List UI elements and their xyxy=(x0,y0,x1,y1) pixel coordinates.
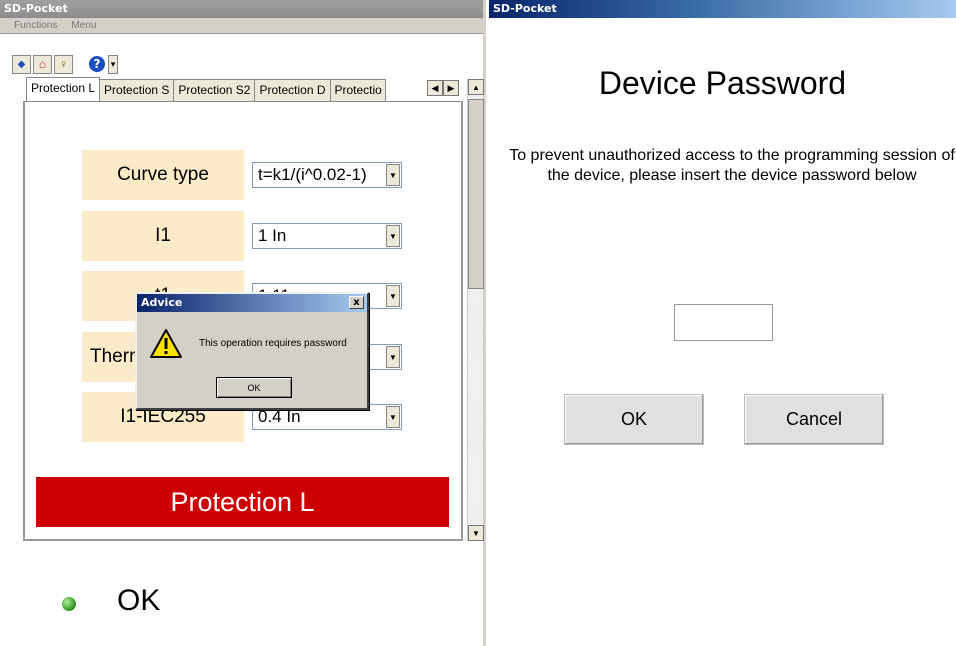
tab-protection-d[interactable]: Protection D xyxy=(254,79,331,101)
tab-nav: ◀ ▶ xyxy=(427,80,459,96)
chevron-down-icon[interactable]: ▼ xyxy=(386,346,400,368)
dialog-title-text: Advice xyxy=(141,296,183,309)
select-curve-type[interactable]: t=k1/(i^0.02-1) ▼ xyxy=(252,162,402,188)
left-window: SD-Pocket Functions Menu ◆ ⌂ ♀ ? ▾ Prote… xyxy=(0,0,486,646)
tab-scroll-left-icon[interactable]: ◀ xyxy=(427,80,443,96)
select-value: t=k1/(i^0.02-1) xyxy=(258,165,367,184)
toolbar: ◆ ⌂ ♀ ? ▾ xyxy=(12,53,118,75)
chevron-down-icon[interactable]: ▼ xyxy=(386,164,400,186)
select-value: 1 In xyxy=(258,226,287,245)
menubar: Functions Menu xyxy=(0,18,483,34)
dialog-title: Advice x xyxy=(137,294,367,312)
chevron-down-icon[interactable]: ▼ xyxy=(386,406,400,428)
row-label-curve-type: Curve type xyxy=(82,150,244,200)
dropdown-icon[interactable]: ▾ xyxy=(108,54,118,74)
page-title: Device Password xyxy=(598,65,847,101)
menu-functions[interactable]: Functions xyxy=(14,20,57,31)
tab-protection-s2[interactable]: Protection S2 xyxy=(173,79,256,101)
back-icon[interactable]: ◆ xyxy=(12,54,31,74)
bulb-icon[interactable]: ♀ xyxy=(54,54,73,74)
window-title: SD-Pocket xyxy=(0,0,483,18)
svg-text:?: ? xyxy=(93,57,100,71)
scroll-down-icon[interactable]: ▼ xyxy=(468,525,484,541)
home-icon[interactable]: ⌂ xyxy=(33,54,52,74)
tab-scroll-right-icon[interactable]: ▶ xyxy=(443,80,459,96)
select-i1[interactable]: 1 In ▼ xyxy=(252,223,402,249)
status-text: OK xyxy=(117,584,161,617)
tab-protection-l[interactable]: Protection L xyxy=(26,77,101,101)
tab-protection-more[interactable]: Protectio xyxy=(329,79,386,101)
right-window: SD-Pocket Device Password To prevent una… xyxy=(489,0,956,646)
warning-icon xyxy=(149,328,183,360)
chevron-down-icon[interactable]: ▼ xyxy=(386,285,400,307)
menu-menu[interactable]: Menu xyxy=(71,20,96,31)
dialog-message: This operation requires password xyxy=(199,338,347,349)
window-title: SD-Pocket xyxy=(489,0,956,18)
close-icon[interactable]: x xyxy=(349,296,364,309)
vertical-scrollbar[interactable]: ▲ ▼ xyxy=(467,79,484,541)
advice-dialog: Advice x This operation requires passwor… xyxy=(135,292,369,410)
status-led-icon xyxy=(62,597,76,611)
scroll-up-icon[interactable]: ▲ xyxy=(468,79,484,95)
tab-protection-s[interactable]: Protection S xyxy=(99,79,175,101)
cancel-button[interactable]: Cancel xyxy=(744,394,884,445)
chevron-down-icon[interactable]: ▼ xyxy=(386,225,400,247)
instruction-text: To prevent unauthorized access to the pr… xyxy=(509,147,955,184)
protection-banner: Protection L xyxy=(36,477,449,527)
dialog-ok-button[interactable]: OK xyxy=(216,377,292,398)
row-label-i1: I1 xyxy=(82,211,244,261)
help-icon[interactable]: ? xyxy=(87,55,106,74)
password-field[interactable] xyxy=(674,304,773,341)
ok-button[interactable]: OK xyxy=(564,394,704,445)
scroll-thumb[interactable] xyxy=(468,99,484,289)
select-value: 0.4 In xyxy=(258,407,301,426)
tab-strip: Protection L Protection S Protection S2 … xyxy=(26,77,386,101)
